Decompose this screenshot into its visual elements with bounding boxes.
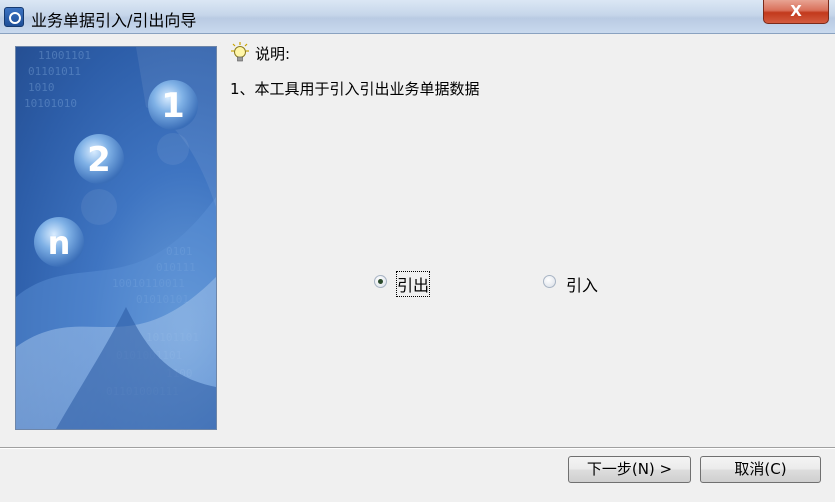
description-title: 说明: bbox=[255, 45, 291, 63]
wizard-window: 业务单据引入/引出向导 X 11001101 01101011 1010 101… bbox=[0, 0, 835, 502]
lightbulb-icon bbox=[231, 42, 249, 62]
binary-text: 1010 bbox=[28, 81, 55, 94]
binary-text: 10101010 bbox=[24, 97, 77, 110]
ball-1-icon: 1 bbox=[148, 80, 198, 130]
footer-separator bbox=[0, 447, 835, 449]
app-icon bbox=[4, 7, 24, 27]
banner-graphic: 11001101 01101011 1010 10101010 0101 010… bbox=[16, 47, 216, 429]
description-text: 1、本工具用于引入引出业务单据数据 bbox=[230, 80, 480, 98]
title-bar[interactable]: 业务单据引入/引出向导 X bbox=[0, 0, 835, 34]
cancel-button[interactable]: 取消(C) bbox=[700, 456, 821, 483]
ball-n-icon: n bbox=[34, 217, 84, 267]
svg-text:n: n bbox=[48, 224, 71, 262]
binary-text: 01101011 bbox=[28, 65, 81, 78]
import-radio-label: 引入 bbox=[566, 276, 599, 295]
export-radio-label: 引出 bbox=[395, 271, 431, 297]
radio-unchecked-icon bbox=[543, 275, 556, 288]
close-button[interactable]: X bbox=[763, 0, 829, 24]
ball-2-icon: 2 bbox=[74, 134, 124, 184]
next-button[interactable]: 下一步(N) > bbox=[568, 456, 691, 483]
window-title: 业务单据引入/引出向导 bbox=[31, 11, 197, 30]
svg-text:1: 1 bbox=[161, 86, 185, 126]
wizard-banner-image: 11001101 01101011 1010 10101010 0101 010… bbox=[15, 46, 217, 430]
svg-text:2: 2 bbox=[87, 140, 111, 180]
binary-text: 11001101 bbox=[38, 49, 91, 62]
radio-checked-icon bbox=[374, 275, 387, 288]
